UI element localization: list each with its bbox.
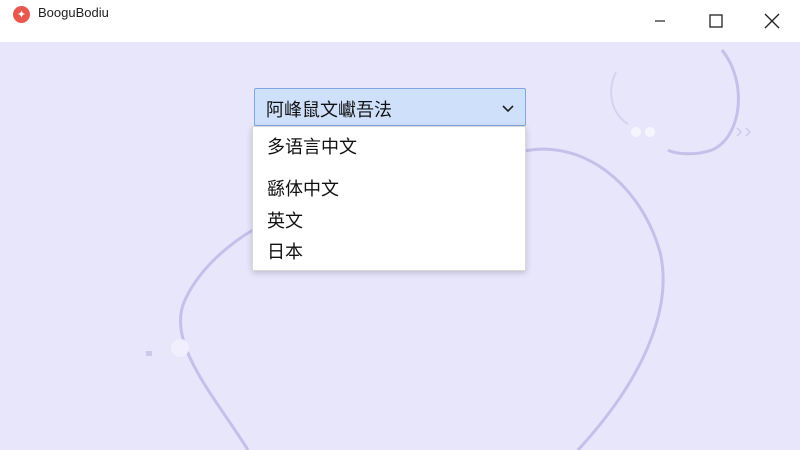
language-dropdown-list: 多语言中文 繇体中文 英文 日本 — [252, 126, 526, 271]
language-option[interactable]: 多语言中文 — [267, 133, 357, 159]
app-logo-icon: ✦ — [13, 6, 30, 23]
close-button[interactable] — [744, 0, 800, 42]
chevron-down-icon[interactable] — [501, 101, 515, 115]
close-icon — [764, 13, 780, 29]
language-option[interactable]: 日本 — [267, 238, 303, 264]
minimize-icon — [655, 20, 665, 22]
language-select[interactable]: 阿峰鼠文巘吾法 — [254, 88, 526, 126]
language-option[interactable]: 繇体中文 — [267, 175, 339, 201]
maximize-button[interactable] — [688, 0, 744, 42]
app-window: ✦ BooguBodiu 阿峰鼠文巘吾法 多语言中文 繇体中文 英文 日本 — [0, 0, 800, 450]
language-select-value: 阿峰鼠文巘吾法 — [266, 100, 392, 121]
app-content: 阿峰鼠文巘吾法 多语言中文 繇体中文 英文 日本 — [0, 42, 800, 450]
window-title: BooguBodiu — [38, 5, 109, 20]
minimize-button[interactable] — [632, 0, 688, 42]
maximize-icon — [709, 14, 723, 28]
title-bar[interactable]: ✦ BooguBodiu — [0, 0, 800, 42]
language-option[interactable]: 英文 — [267, 207, 303, 233]
